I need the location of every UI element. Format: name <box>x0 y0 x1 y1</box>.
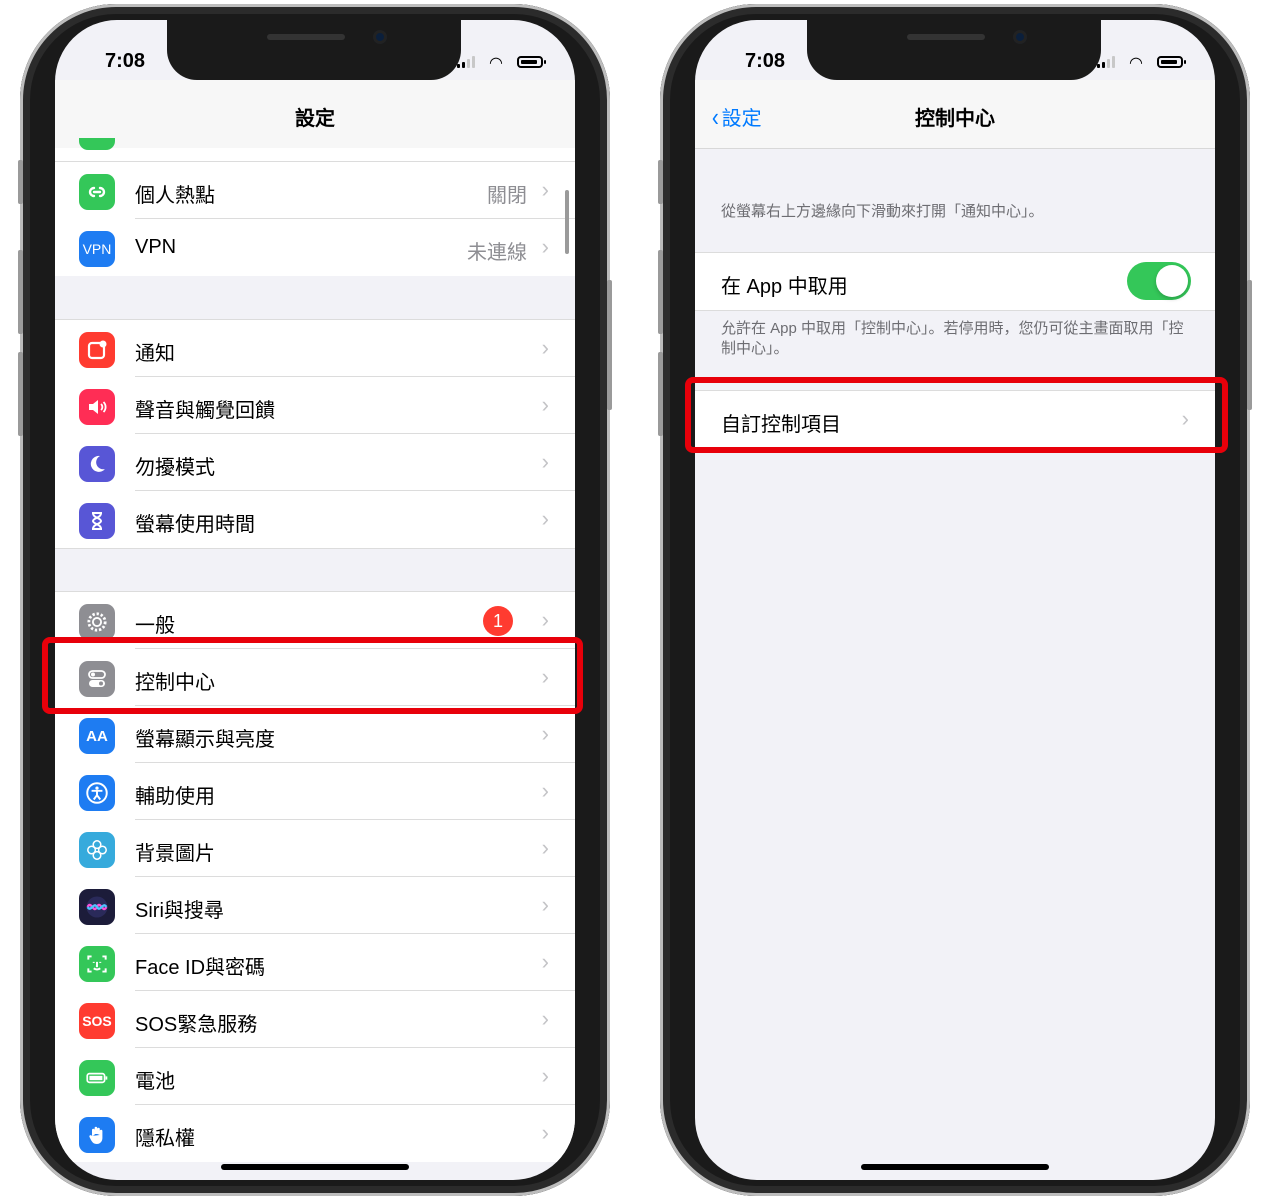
highlight-box-control-center <box>42 637 583 714</box>
row-label: 輔助使用 <box>135 786 215 808</box>
row-label: VPN <box>135 236 177 258</box>
faceid-icon <box>79 946 115 982</box>
settings-row-battery[interactable]: 電池 › <box>55 1048 575 1105</box>
notifications-icon <box>79 332 115 368</box>
chevron-right-icon: › <box>541 449 549 474</box>
settings-row-do-not-disturb[interactable]: 勿擾模式 › <box>55 434 575 491</box>
left-screen: 7:08 ◠ 設定 個人熱點 關閉 › VPN VPN 未連線 › 通知 › 聲… <box>55 20 575 1180</box>
row-label: Face ID與密碼 <box>135 957 266 979</box>
wallpaper-icon <box>79 832 115 868</box>
settings-row-siri[interactable]: Siri與搜尋 › <box>55 877 575 934</box>
row-label: 電池 <box>135 1071 175 1093</box>
vpn-icon: VPN <box>79 231 115 267</box>
chevron-right-icon: › <box>541 721 549 746</box>
row-value: 關閉 <box>487 185 527 207</box>
chevron-right-icon: › <box>541 335 549 360</box>
settings-row-sos[interactable]: SOS SOS緊急服務 › <box>55 991 575 1048</box>
sos-icon: SOS <box>79 1003 115 1039</box>
chevron-right-icon: › <box>541 392 549 417</box>
chevron-right-icon: › <box>541 835 549 860</box>
chevron-right-icon: › <box>541 1120 549 1145</box>
chevron-right-icon: › <box>541 1006 549 1031</box>
row-label: Siri與搜尋 <box>135 900 224 922</box>
nav-bar: 設定 <box>55 80 575 149</box>
home-indicator <box>861 1164 1049 1170</box>
row-value: 未連線 <box>467 242 527 264</box>
display-icon: AA <box>79 718 115 754</box>
notch <box>167 20 461 80</box>
wifi-icon: ◠ <box>489 55 503 72</box>
gear-icon <box>79 604 115 640</box>
row-label: 螢幕使用時間 <box>135 514 255 536</box>
settings-row-notifications[interactable]: 通知 › <box>55 320 575 377</box>
status-time: 7:08 <box>745 50 786 72</box>
settings-row-accessibility[interactable]: 輔助使用 › <box>55 763 575 820</box>
battery-status-icon <box>1157 56 1186 68</box>
chevron-right-icon: › <box>541 892 549 917</box>
right-screen: 7:08 ◠ ‹ 設定 控制中心 從螢幕右上方邊緣向下滑動來打開「通知中心」。 … <box>695 20 1215 1180</box>
row-label: 隱私權 <box>135 1128 195 1150</box>
settings-row-faceid[interactable]: Face ID與密碼 › <box>55 934 575 991</box>
settings-row-vpn[interactable]: VPN VPN 未連線 › <box>55 219 575 276</box>
row-label: 聲音與觸覺回饋 <box>135 400 275 422</box>
moon-icon <box>79 446 115 482</box>
access-in-apps-row: 在 App 中取用 <box>695 253 1215 310</box>
settings-group-network: 個人熱點 關閉 › VPN VPN 未連線 › <box>55 138 575 276</box>
chevron-right-icon: › <box>541 949 549 974</box>
settings-group-notifications: 通知 › 聲音與觸覺回饋 › 勿擾模式 › 螢幕使用時間 › <box>55 319 575 549</box>
row-label: 通知 <box>135 343 175 365</box>
row-label: 螢幕顯示與亮度 <box>135 729 275 751</box>
wifi-icon: ◠ <box>1129 55 1143 72</box>
left-phone-frame: 7:08 ◠ 設定 個人熱點 關閉 › VPN VPN 未連線 › 通知 › 聲… <box>18 4 612 1196</box>
row-label: 個人熱點 <box>135 185 215 207</box>
chevron-right-icon: › <box>541 234 549 259</box>
page-title: 控制中心 <box>915 108 995 130</box>
right-phone-frame: 7:08 ◠ ‹ 設定 控制中心 從螢幕右上方邊緣向下滑動來打開「通知中心」。 … <box>658 4 1252 1196</box>
sound-icon <box>79 389 115 425</box>
nav-bar: ‹ 設定 控制中心 <box>695 80 1215 149</box>
settings-row-sounds[interactable]: 聲音與觸覺回饋 › <box>55 377 575 434</box>
accessibility-icon <box>79 775 115 811</box>
row-label: 在 App 中取用 <box>721 276 848 298</box>
battery-icon <box>79 1060 115 1096</box>
toggle-description: 允許在 App 中取用「控制中心」。若停用時，您仍可從主畫面取用「控制中心」。 <box>721 320 1184 357</box>
settings-row-display[interactable]: AA 螢幕顯示與亮度 › <box>55 706 575 763</box>
chevron-right-icon: › <box>541 778 549 803</box>
notification-badge: 1 <box>483 606 513 636</box>
hand-icon <box>79 1117 115 1153</box>
access-in-apps-toggle[interactable] <box>1127 262 1191 300</box>
status-time: 7:08 <box>105 50 146 72</box>
chevron-right-icon: › <box>541 1063 549 1088</box>
highlight-box-customize <box>685 377 1228 453</box>
row-label: SOS緊急服務 <box>135 1014 258 1036</box>
hourglass-icon <box>79 503 115 539</box>
battery-status-icon <box>517 56 546 68</box>
chevron-right-icon: › <box>541 177 549 202</box>
scrollbar[interactable] <box>565 190 569 254</box>
page-title: 設定 <box>295 108 335 130</box>
row-label: 勿擾模式 <box>135 457 215 479</box>
intro-text: 從螢幕右上方邊緣向下滑動來打開「通知中心」。 <box>721 203 1044 220</box>
chevron-right-icon: › <box>541 607 549 632</box>
home-indicator <box>221 1164 409 1170</box>
settings-row-screen-time[interactable]: 螢幕使用時間 › <box>55 491 575 548</box>
settings-row-wallpaper[interactable]: 背景圖片 › <box>55 820 575 877</box>
notch <box>807 20 1101 80</box>
chevron-right-icon: › <box>541 506 549 531</box>
siri-icon <box>79 889 115 925</box>
hotspot-icon <box>79 174 115 210</box>
access-in-apps-group: 在 App 中取用 <box>695 252 1215 311</box>
settings-row-privacy[interactable]: 隱私權 › <box>55 1105 575 1162</box>
settings-row-hotspot[interactable]: 個人熱點 關閉 › <box>55 161 575 219</box>
row-label: 一般 <box>135 615 175 637</box>
row-label: 背景圖片 <box>135 843 215 865</box>
